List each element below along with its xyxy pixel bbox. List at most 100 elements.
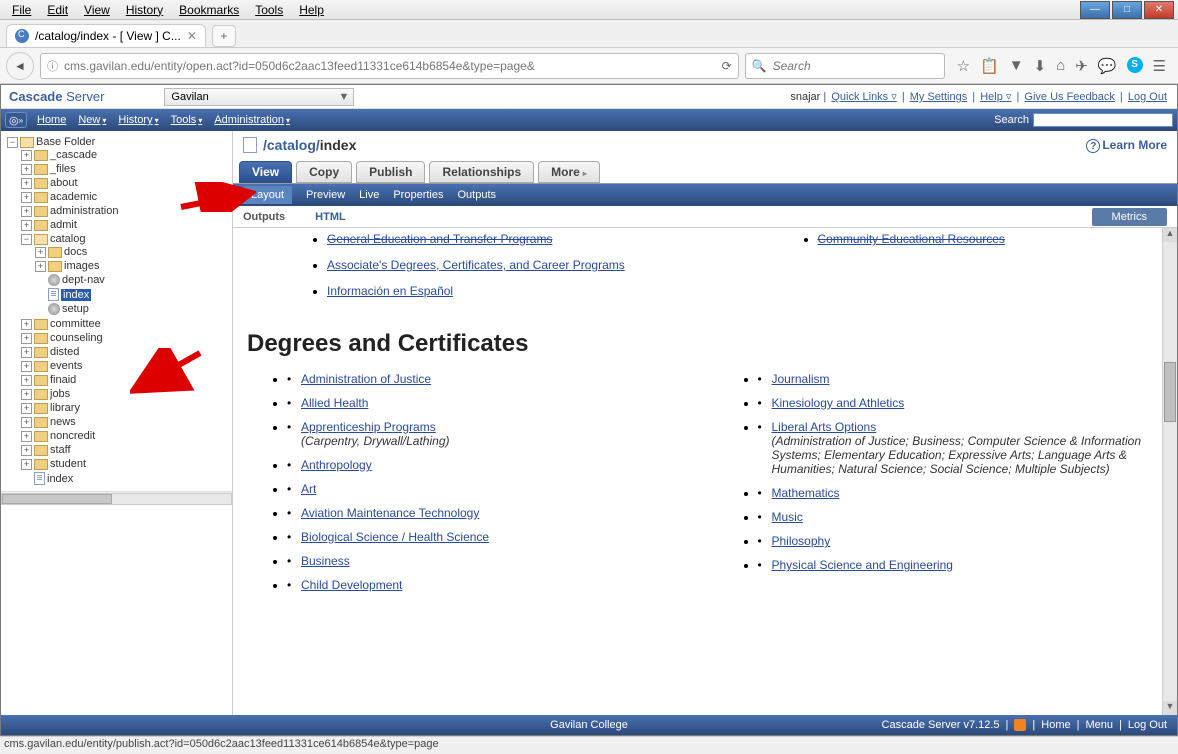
help-link[interactable]: Help ▿ bbox=[980, 91, 1011, 103]
reload-icon[interactable]: ⟳ bbox=[722, 59, 732, 73]
degree-link[interactable]: Apprenticeship Programs bbox=[301, 420, 436, 434]
my-settings[interactable]: My Settings bbox=[910, 91, 967, 103]
tree-folder[interactable]: _cascade bbox=[50, 149, 97, 161]
skype-icon[interactable]: S bbox=[1127, 57, 1143, 73]
tree-folder[interactable]: library bbox=[50, 402, 80, 414]
tab-more[interactable]: More▸ bbox=[538, 161, 600, 183]
tab-close-icon[interactable]: ✕ bbox=[187, 29, 197, 43]
footer-menu[interactable]: Menu bbox=[1085, 719, 1113, 731]
quick-links[interactable]: Quick Links ▿ bbox=[831, 91, 896, 103]
tree-folder[interactable]: _files bbox=[50, 163, 76, 175]
feedback-link[interactable]: Give Us Feedback bbox=[1024, 91, 1114, 103]
tree-hscroll[interactable] bbox=[1, 491, 232, 505]
tree-folder[interactable]: staff bbox=[50, 444, 71, 456]
tree-folder[interactable]: administration bbox=[50, 205, 118, 217]
content-link[interactable]: Información en Español bbox=[327, 284, 453, 298]
menu-bookmarks[interactable]: Bookmarks bbox=[171, 1, 247, 19]
footer-logout[interactable]: Log Out bbox=[1128, 719, 1167, 731]
content-link[interactable]: General Education and Transfer Programs bbox=[327, 232, 552, 246]
menu-edit[interactable]: Edit bbox=[39, 1, 76, 19]
degree-link[interactable]: Liberal Arts Options bbox=[772, 420, 877, 434]
tree-root[interactable]: Base Folder bbox=[36, 136, 95, 148]
tree-folder[interactable]: counseling bbox=[50, 332, 103, 344]
content-link[interactable]: Community Educational Resources bbox=[818, 232, 1005, 246]
cascade-swirl-icon[interactable]: ◎» bbox=[5, 112, 27, 128]
nav-tools[interactable]: Tools▾ bbox=[171, 114, 203, 126]
content-link[interactable]: Associate's Degrees, Certificates, and C… bbox=[327, 258, 625, 272]
tree-folder[interactable]: disted bbox=[50, 346, 79, 358]
rss-icon[interactable] bbox=[1014, 719, 1026, 731]
tree-folder-images[interactable]: images bbox=[64, 260, 99, 272]
back-button[interactable]: ◄ bbox=[6, 52, 34, 80]
url-input[interactable] bbox=[64, 59, 716, 73]
degree-link[interactable]: Administration of Justice bbox=[301, 372, 431, 386]
site-selector[interactable]: Gavilan ▼ bbox=[164, 88, 354, 106]
tree-config-setup[interactable]: setup bbox=[62, 303, 89, 315]
subnav-live[interactable]: Live bbox=[359, 189, 379, 201]
identity-icon[interactable]: ⓘ bbox=[47, 58, 58, 74]
tree-folder[interactable]: jobs bbox=[50, 388, 70, 400]
content-vscroll[interactable]: ▲ ▼ bbox=[1162, 228, 1177, 715]
tree-config-deptnav[interactable]: dept-nav bbox=[62, 274, 105, 286]
tree-folder-docs[interactable]: docs bbox=[64, 246, 87, 258]
folder-tree[interactable]: −Base Folder +_cascade+_files+about+acad… bbox=[1, 131, 233, 715]
chat-icon[interactable]: 💬 bbox=[1098, 57, 1117, 75]
nav-history[interactable]: History▾ bbox=[118, 114, 158, 126]
degree-link[interactable]: Mathematics bbox=[772, 486, 840, 500]
downloads-icon[interactable]: ⬇ bbox=[1034, 57, 1047, 75]
new-tab-button[interactable]: + bbox=[212, 25, 236, 47]
logout-link[interactable]: Log Out bbox=[1128, 91, 1167, 103]
window-maximize[interactable]: □ bbox=[1112, 1, 1142, 19]
nav-admin[interactable]: Administration▾ bbox=[214, 114, 290, 126]
menu-help[interactable]: Help bbox=[291, 1, 332, 19]
browser-tab[interactable]: /catalog/index - [ View ] C... ✕ bbox=[6, 24, 206, 47]
browser-search[interactable]: 🔍 bbox=[745, 53, 945, 79]
degree-link[interactable]: Philosophy bbox=[772, 534, 831, 548]
tree-folder[interactable]: student bbox=[50, 458, 86, 470]
degree-link[interactable]: Music bbox=[772, 510, 803, 524]
subnav-preview[interactable]: Preview bbox=[306, 189, 345, 201]
menu-history[interactable]: History bbox=[118, 1, 171, 19]
content-preview[interactable]: General Education and Transfer Programs A… bbox=[233, 228, 1162, 715]
degree-link[interactable]: Allied Health bbox=[301, 396, 368, 410]
degree-link[interactable]: Kinesiology and Athletics bbox=[772, 396, 905, 410]
tree-folder[interactable]: admit bbox=[50, 219, 77, 231]
subnav-outputs[interactable]: Outputs bbox=[457, 189, 496, 201]
tab-relationships[interactable]: Relationships bbox=[429, 161, 534, 183]
degree-link[interactable]: Physical Science and Engineering bbox=[772, 558, 953, 572]
degree-link[interactable]: Art bbox=[301, 482, 316, 496]
send-icon[interactable]: ✈ bbox=[1075, 57, 1088, 75]
tree-page-root-index[interactable]: index bbox=[47, 473, 73, 485]
learn-more-link[interactable]: ?Learn More bbox=[1086, 138, 1167, 153]
menu-tools[interactable]: Tools bbox=[247, 1, 291, 19]
home-icon[interactable]: ⌂ bbox=[1056, 57, 1065, 75]
degree-link[interactable]: Child Development bbox=[301, 578, 402, 592]
tree-folder[interactable]: about bbox=[50, 177, 78, 189]
degree-link[interactable]: Biological Science / Health Science bbox=[301, 530, 489, 544]
metrics-button[interactable]: Metrics bbox=[1092, 208, 1167, 226]
degree-link[interactable]: Anthropology bbox=[301, 458, 372, 472]
output-format[interactable]: HTML bbox=[315, 211, 346, 223]
tree-folder[interactable]: committee bbox=[50, 318, 101, 330]
window-minimize[interactable]: — bbox=[1080, 1, 1110, 19]
tree-folder[interactable]: news bbox=[50, 416, 76, 428]
tree-page-index[interactable]: index bbox=[61, 289, 91, 301]
degree-link[interactable]: Aviation Maintenance Technology bbox=[301, 506, 479, 520]
search-input[interactable] bbox=[773, 59, 938, 73]
pocket-icon[interactable]: ▼ bbox=[1009, 57, 1024, 75]
degree-link[interactable]: Journalism bbox=[772, 372, 830, 386]
url-bar[interactable]: ⓘ ⟳ bbox=[40, 53, 739, 79]
bookmark-star-icon[interactable]: ☆ bbox=[957, 57, 970, 75]
tree-folder[interactable]: finaid bbox=[50, 374, 76, 386]
footer-home[interactable]: Home bbox=[1041, 719, 1070, 731]
menu-file[interactable]: File bbox=[4, 1, 39, 19]
nav-search-input[interactable] bbox=[1033, 113, 1173, 127]
degree-link[interactable]: Business bbox=[301, 554, 350, 568]
tree-folder[interactable]: noncredit bbox=[50, 430, 95, 442]
subnav-properties[interactable]: Properties bbox=[393, 189, 443, 201]
tree-folder-catalog[interactable]: catalog bbox=[50, 233, 85, 245]
clipboard-icon[interactable]: 📋 bbox=[980, 57, 999, 75]
tab-copy[interactable]: Copy bbox=[296, 161, 352, 183]
nav-new[interactable]: New▾ bbox=[78, 114, 106, 126]
tree-folder[interactable]: events bbox=[50, 360, 82, 372]
